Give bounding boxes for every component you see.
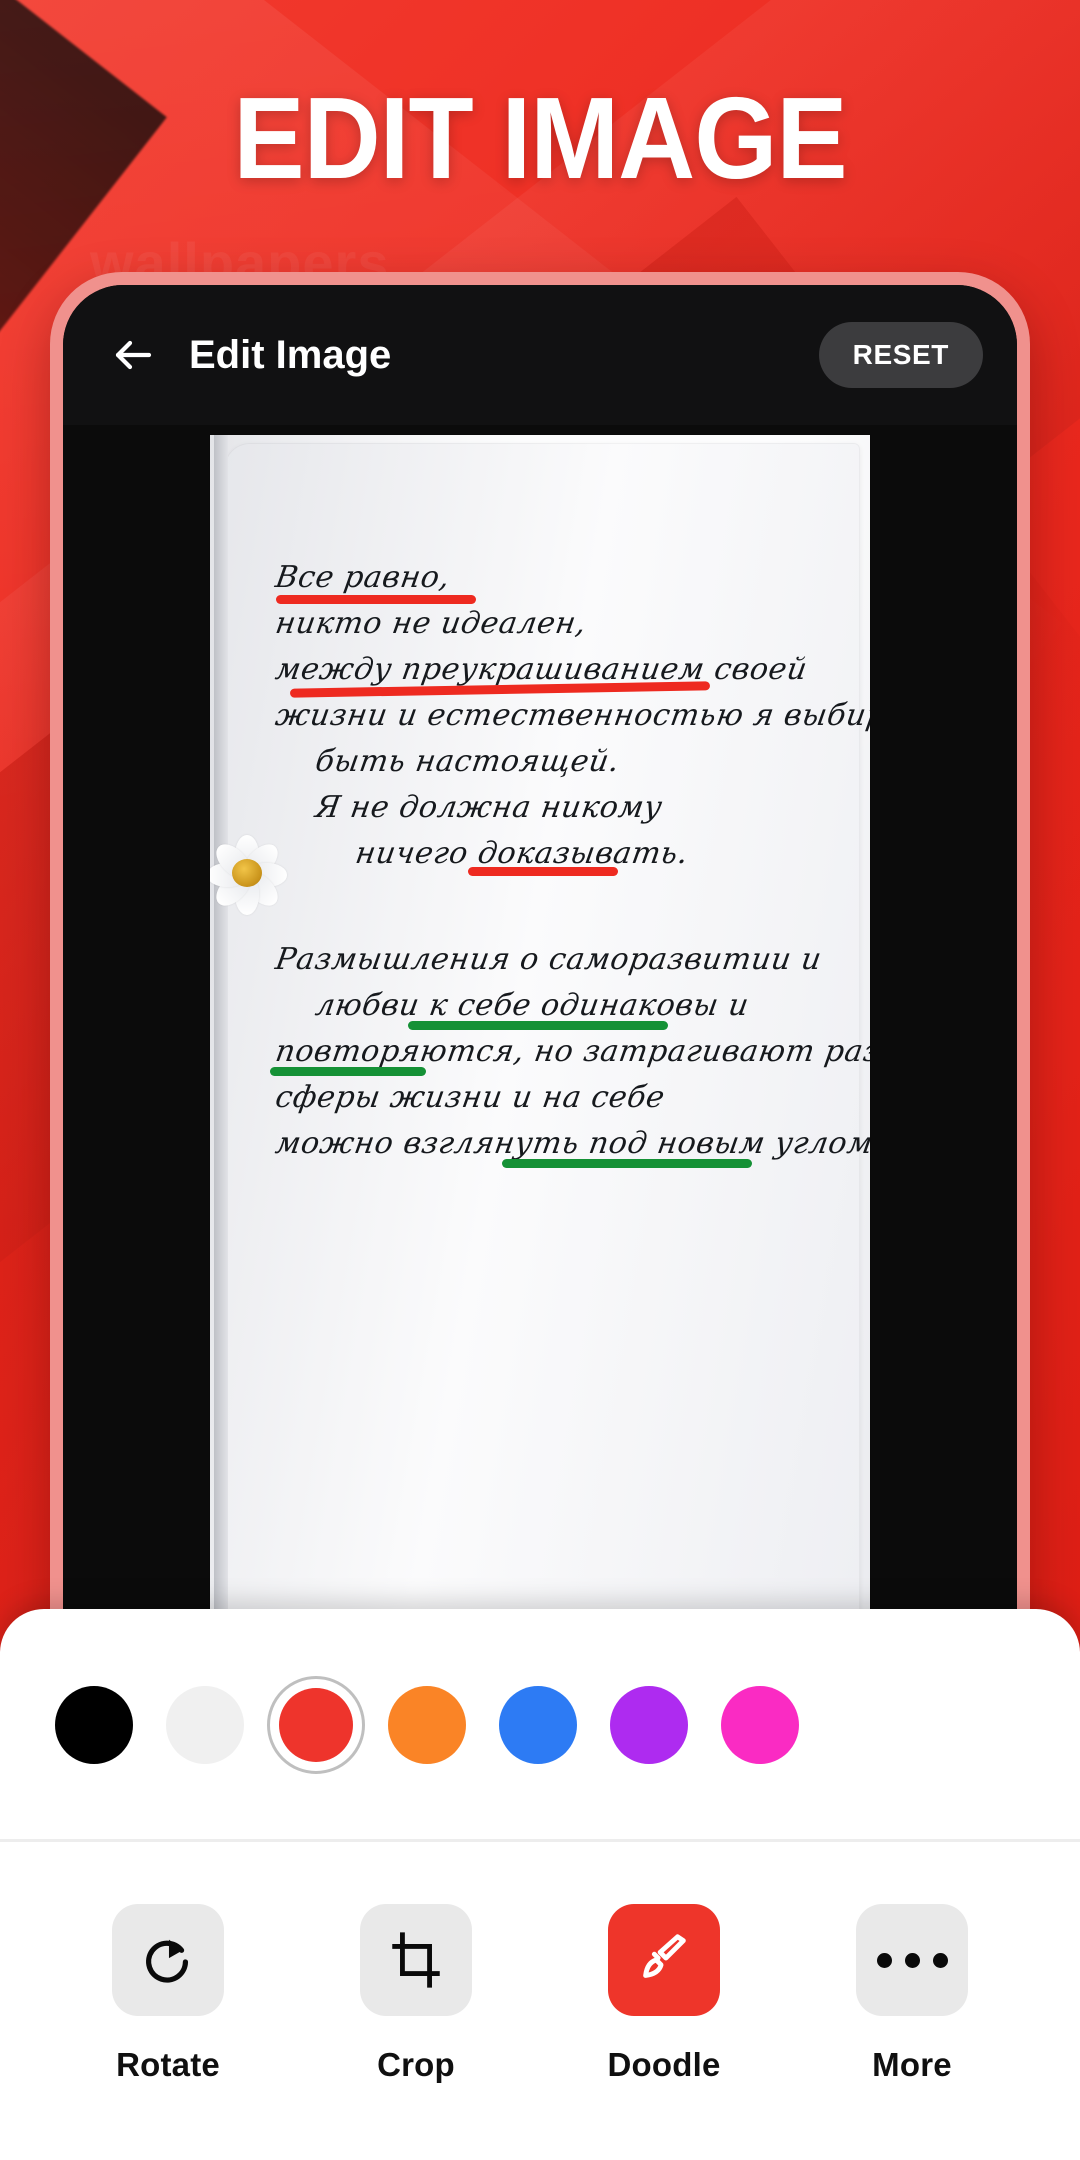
tool-label: More [872, 2046, 952, 2083]
editor-toolbar: Rotate Crop Doodle More [0, 1842, 1080, 2160]
arrow-left-icon[interactable] [107, 329, 159, 381]
phone-screen: Edit Image RESET Все равно, никто не иде… [63, 285, 1017, 1772]
handwritten-note-photo[interactable]: Все равно, никто не идеален, между преук… [210, 435, 870, 1765]
color-swatch-magenta[interactable] [704, 1675, 815, 1775]
editor-bottom-sheet: Rotate Crop Doodle More [0, 1609, 1080, 2160]
tool-rotate[interactable]: Rotate [44, 1904, 292, 2084]
brush-icon [608, 1904, 720, 2016]
color-swatch-blue[interactable] [482, 1675, 593, 1775]
swatch-dot [278, 1688, 353, 1762]
promo-headline: EDIT IMAGE [233, 73, 847, 203]
swatch-dot [720, 1686, 799, 1764]
color-palette[interactable] [0, 1609, 1080, 1839]
rotate-icon [112, 1904, 224, 2016]
green-underline [502, 1159, 752, 1168]
note-line: быть настоящей. [312, 744, 623, 779]
swatch-dot [609, 1686, 688, 1764]
tool-label: Crop [377, 2046, 455, 2083]
swatch-dot [387, 1686, 466, 1764]
image-canvas[interactable]: Все равно, никто не идеален, между преук… [63, 425, 1017, 1772]
app-bar: Edit Image RESET [63, 285, 1017, 425]
note-line: Я не должна никому [312, 790, 665, 825]
notebook-spine [214, 435, 228, 1765]
note-paragraph-3: Размышления о саморазвитии и любви к себ… [270, 937, 870, 1168]
swatch-dot [165, 1686, 244, 1764]
color-swatch-red[interactable] [260, 1675, 371, 1775]
note-line: сферы жизни и на себе [272, 1080, 668, 1115]
reset-button[interactable]: RESET [818, 322, 983, 388]
tool-label: Doodle [607, 2046, 721, 2083]
tool-doodle[interactable]: Doodle [540, 1904, 788, 2084]
page-title: Edit Image [189, 332, 392, 377]
note-paragraph-2: Я не должна никому ничего доказывать. [272, 785, 850, 877]
color-swatch-orange[interactable] [371, 1675, 482, 1775]
note-paragraph-1: Все равно, никто не идеален, между преук… [272, 555, 870, 785]
phone-mockup: Edit Image RESET Все равно, никто не иде… [50, 272, 1030, 1772]
color-swatch-purple[interactable] [593, 1675, 704, 1775]
color-swatch-black[interactable] [38, 1675, 149, 1775]
more-icon [856, 1904, 968, 2016]
swatch-dot [498, 1686, 577, 1764]
swatch-dot [54, 1686, 133, 1764]
red-underline [468, 867, 618, 876]
color-swatch-white[interactable] [149, 1675, 260, 1775]
note-line: жизни и естественностью я выбираю [272, 698, 870, 733]
tool-crop[interactable]: Crop [292, 1904, 540, 2084]
note-line: никто не идеален, [272, 606, 589, 641]
crop-icon [360, 1904, 472, 2016]
tool-more[interactable]: More [788, 1904, 1036, 2084]
tool-label: Rotate [116, 2046, 220, 2083]
note-line: Размышления о саморазвитии и [272, 942, 825, 977]
